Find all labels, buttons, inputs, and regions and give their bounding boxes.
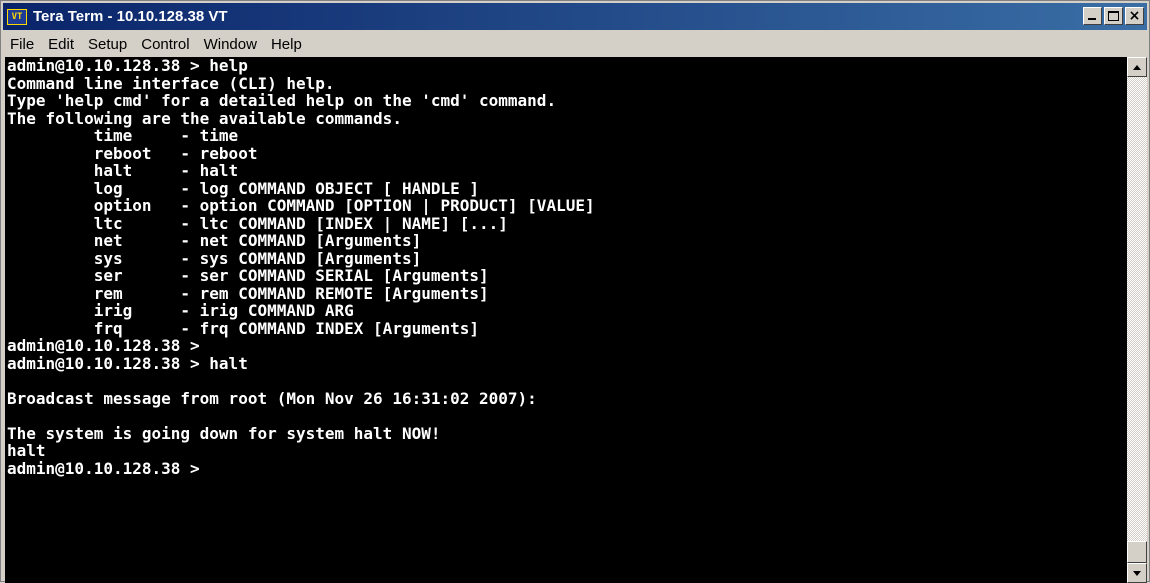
teraterm-window: VT Tera Term - 10.10.128.38 VT × File Ed… [0,0,1150,583]
scroll-up-button[interactable] [1127,57,1147,77]
title-bar[interactable]: VT Tera Term - 10.10.128.38 VT × [3,3,1147,30]
menu-window[interactable]: Window [197,36,264,53]
terminal-line: irig - irig COMMAND ARG [7,301,354,320]
vertical-scrollbar[interactable] [1127,57,1147,583]
maximize-icon [1108,11,1119,21]
minimize-button[interactable] [1083,7,1102,25]
terminal-line: halt - halt [7,161,239,180]
terminal-line: net - net COMMAND [Arguments] [7,231,422,250]
terminal-line: admin@10.10.128.38 > help [7,57,248,75]
arrow-down-icon [1133,570,1141,576]
close-button[interactable]: × [1125,7,1144,25]
scroll-down-button[interactable] [1127,563,1147,583]
terminal-line: reboot - reboot [7,143,258,163]
terminal-line: ltc - ltc COMMAND [INDEX | NAME] [...] [7,213,508,233]
terminal-line: ser - ser COMMAND SERIAL [Arguments] [7,266,489,285]
terminal-output: admin@10.10.128.38 > help Command line in… [5,57,1127,477]
terminal-line: admin@10.10.128.38 > halt [7,353,248,373]
menu-bar: File Edit Setup Control Window Help [3,32,1147,56]
terminal-line: sys - sys COMMAND [Arguments] [7,248,422,268]
menu-setup[interactable]: Setup [81,36,134,53]
menu-control[interactable]: Control [134,36,196,53]
window-controls: × [1083,7,1144,25]
menu-help[interactable]: Help [264,36,309,53]
terminal-line: time - time [7,126,239,145]
arrow-up-icon [1133,64,1141,70]
menu-file[interactable]: File [3,36,41,53]
terminal-line: admin@10.10.128.38 > [7,336,200,355]
terminal-line: Type 'help cmd' for a detailed help on t… [7,91,557,110]
terminal-screen[interactable]: admin@10.10.128.38 > help Command line in… [5,57,1127,583]
close-icon: × [1128,8,1141,24]
terminal-line: Command line interface (CLI) help. [7,73,335,93]
terminal-line: The following are the available commands… [7,108,402,128]
teraterm-app-icon[interactable]: VT [7,8,27,25]
menu-edit[interactable]: Edit [41,36,81,53]
terminal-line: halt [7,441,46,460]
terminal-line: The system is going down for system halt… [7,423,441,443]
terminal-line: Broadcast message from root (Mon Nov 26 … [7,388,537,408]
terminal-line: rem - rem COMMAND REMOTE [Arguments] [7,283,489,303]
maximize-button[interactable] [1104,7,1123,25]
terminal-line: log - log COMMAND OBJECT [ HANDLE ] [7,178,480,198]
minimize-icon [1088,18,1096,20]
window-title: Tera Term - 10.10.128.38 VT [33,8,228,25]
terminal-line: admin@10.10.128.38 > [7,458,200,478]
terminal-line: frq - frq COMMAND INDEX [Arguments] [7,318,480,338]
scrollbar-thumb[interactable] [1127,541,1147,563]
terminal-line: option - option COMMAND [OPTION | PRODUC… [7,196,595,215]
